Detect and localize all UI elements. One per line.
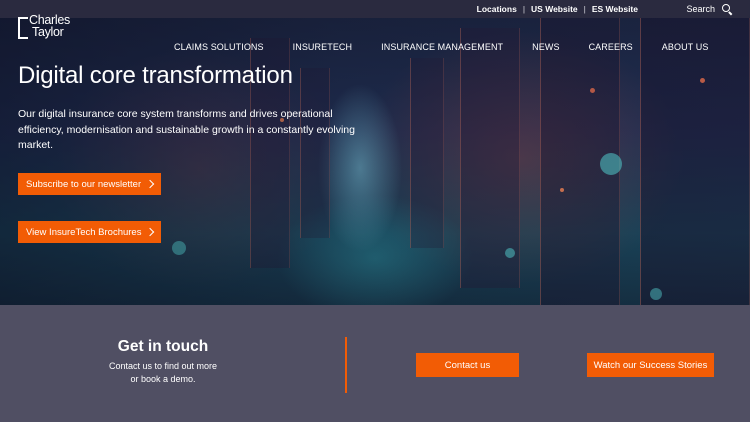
es-website-link[interactable]: ES Website	[592, 4, 638, 14]
contact-us-button[interactable]: Contact us	[416, 353, 519, 377]
get-in-touch-description: Contact us to find out more or book a de…	[0, 360, 326, 386]
nav-item-careers[interactable]: CAREERS	[589, 42, 633, 52]
main-navigation: CLAIMS SOLUTIONS INSURETECH INSURANCE MA…	[174, 42, 708, 52]
logo-bracket-mark	[18, 28, 28, 39]
chevron-right-icon	[145, 179, 155, 189]
nav-item-insuretech[interactable]: INSURETECH	[293, 42, 353, 52]
view-brochures-button[interactable]: View InsureTech Brochures	[18, 221, 162, 243]
nav-item-news[interactable]: NEWS	[532, 42, 559, 52]
search-label: Search	[686, 4, 715, 14]
nav-item-insurance-management[interactable]: INSURANCE MANAGEMENT	[381, 42, 503, 52]
separator: |	[522, 4, 526, 14]
locations-link[interactable]: Locations	[477, 4, 517, 14]
us-website-link[interactable]: US Website	[531, 4, 578, 14]
success-stories-button[interactable]: Watch our Success Stories	[587, 353, 714, 377]
get-in-touch-heading: Get in touch	[117, 338, 209, 355]
chevron-right-icon	[146, 227, 155, 237]
logo-text-line2: Taylor	[32, 25, 64, 39]
page-title: Digital core transformation	[18, 62, 293, 89]
hero-description: Our digital insurance core system transf…	[18, 108, 355, 151]
get-in-touch-line1: Contact us to find out more	[108, 361, 218, 371]
charles-taylor-logo[interactable]: Charles Taylor	[18, 14, 92, 44]
nav-item-about-us[interactable]: ABOUT US	[662, 42, 709, 52]
subscribe-newsletter-label: Subscribe to our newsletter	[26, 178, 142, 190]
subscribe-newsletter-button[interactable]: Subscribe to our newsletter	[18, 173, 162, 195]
search-button[interactable]: Search	[686, 0, 732, 18]
divider	[345, 337, 347, 393]
nav-item-claims-solutions[interactable]: CLAIMS SOLUTIONS	[174, 42, 264, 52]
view-brochures-label: View InsureTech Brochures	[26, 226, 142, 238]
search-icon	[722, 4, 732, 14]
utility-links: Locations | US Website | ES Website	[477, 0, 638, 18]
separator: |	[583, 4, 586, 14]
get-in-touch-line2: or book a demo.	[130, 374, 196, 384]
utility-bar: Locations | US Website | ES Website Sear…	[0, 0, 750, 18]
